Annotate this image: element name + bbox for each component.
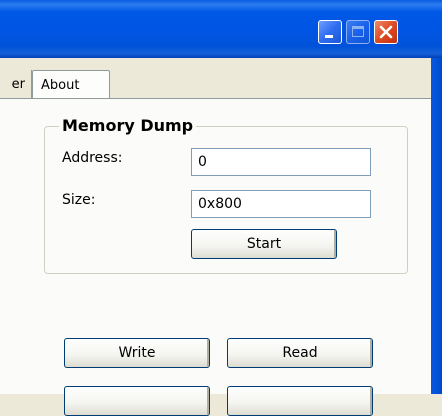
- address-label: Address:: [62, 150, 123, 166]
- close-button[interactable]: [374, 20, 398, 44]
- size-field[interactable]: [191, 190, 371, 218]
- title-bar[interactable]: [0, 0, 442, 58]
- tab-divider: [0, 98, 431, 99]
- window-right-border: [431, 58, 442, 394]
- tab-previous-label: er: [11, 77, 25, 92]
- maximize-icon: [352, 26, 364, 37]
- tab-previous[interactable]: er: [0, 70, 32, 98]
- memory-dump-title: Memory Dump: [59, 116, 197, 135]
- tab-about[interactable]: About: [32, 70, 110, 98]
- tab-about-label: About: [41, 78, 80, 93]
- lower-right-button[interactable]: [227, 386, 373, 416]
- address-field[interactable]: [191, 148, 371, 176]
- maximize-button[interactable]: [346, 20, 370, 44]
- read-button[interactable]: Read: [227, 338, 373, 368]
- close-icon: [375, 21, 397, 43]
- minimize-button[interactable]: [318, 20, 342, 44]
- application-window: er About Memory Dump Address: Size: Star…: [0, 0, 442, 416]
- start-button[interactable]: Start: [191, 229, 337, 259]
- write-button[interactable]: Write: [64, 338, 210, 368]
- size-label: Size:: [62, 192, 96, 208]
- minimize-icon: [325, 35, 333, 38]
- lower-left-button[interactable]: [64, 386, 210, 416]
